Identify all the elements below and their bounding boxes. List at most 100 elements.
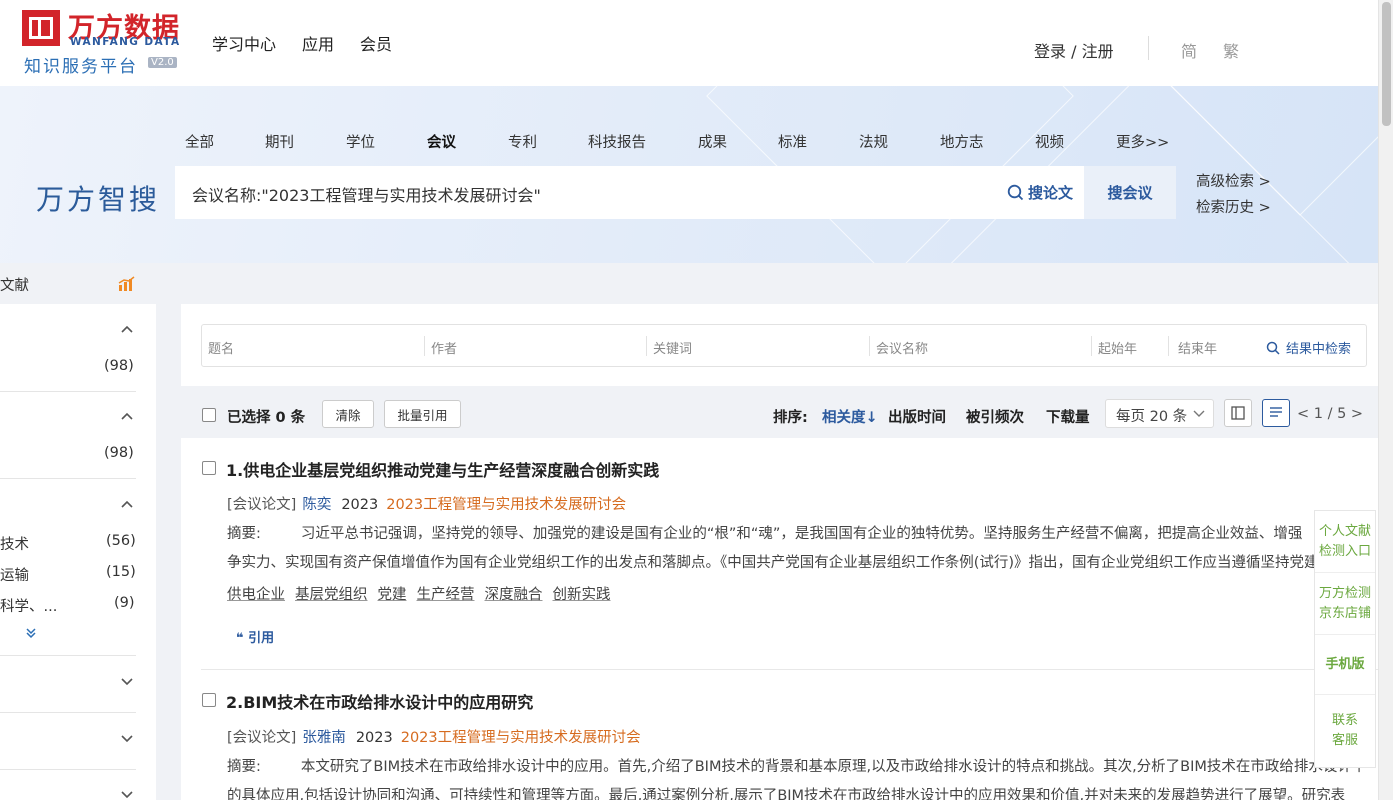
nav-learning-center[interactable]: 学习中心 [212,31,276,55]
per-page-select[interactable]: 每页 20 条 [1105,399,1214,428]
end-year-field[interactable]: 结束年 [1178,338,1217,357]
chevron-up-icon[interactable] [121,411,133,423]
personal-check-link[interactable]: 个人文献检测入口 [1315,511,1375,573]
search-conference-button[interactable]: 搜会议 [1084,166,1176,219]
group2-count: (98) [104,445,134,461]
result-abstract: 摘要: 本文研究了BIM技术在市政给排水设计中的应用。首先,介绍了BIM技术的背景… [227,753,1367,800]
lang-simplified[interactable]: 简 [1181,38,1197,62]
search-in-results-button[interactable]: 结果中检索 [1266,338,1351,357]
arrow-down-icon: ↓ [865,410,878,426]
keyword-link[interactable]: 深度融合 [485,587,543,603]
search-icon [1266,341,1280,355]
keyword-link[interactable]: 党建 [378,587,407,603]
search-history-link[interactable]: 检索历史 > [1196,196,1271,217]
start-year-field[interactable]: 起始年 [1098,338,1137,357]
search-paper-button[interactable]: 搜论文 [1007,182,1073,203]
result-author[interactable]: 陈奕 [302,497,331,513]
divider [0,478,136,479]
conference-name-field[interactable]: 会议名称 [876,338,928,357]
sort-downloads[interactable]: 下载量 [1046,406,1090,427]
sidebar-item-count: (15) [106,564,136,580]
clear-button[interactable]: 清除 [322,400,374,428]
category-local-chronicle[interactable]: 地方志 [940,131,984,152]
keyword-field[interactable]: 关键词 [653,338,692,357]
sort-publish-date[interactable]: 出版时间 [888,406,946,427]
mobile-version-link[interactable]: 手机版 [1315,635,1375,695]
category-tech-report[interactable]: 科技报告 [588,131,646,152]
chevron-up-icon[interactable] [121,324,133,336]
sidebar-title: 文献 [0,278,29,294]
chevron-down-icon[interactable] [121,732,133,744]
bar-chart-icon[interactable] [118,276,136,292]
result-checkbox[interactable] [202,461,216,475]
result-checkbox[interactable] [202,693,216,707]
lang-traditional[interactable]: 繁 [1223,38,1239,62]
select-all-checkbox[interactable] [202,408,216,422]
search-input[interactable]: 会议名称:"2023工程管理与实用技术发展研讨会" [192,182,541,206]
category-standard[interactable]: 标准 [778,131,807,152]
category-all[interactable]: 全部 [185,131,214,152]
wanfang-logo-icon[interactable] [22,10,60,46]
result-author[interactable]: 张雅南 [302,730,346,746]
search-in-results-label: 结果中检索 [1286,342,1352,357]
contact-service-link[interactable]: 联系客服 [1315,695,1375,767]
category-law[interactable]: 法规 [859,131,888,152]
double-chevron-down-icon[interactable] [25,627,37,639]
nav-apps[interactable]: 应用 [302,31,334,55]
logo-subtitle: 知识服务平台 [24,57,138,77]
category-more[interactable]: 更多>> [1116,131,1169,152]
result-title[interactable]: 2.BIM技术在市政给排水设计中的应用研究 [226,689,533,713]
chevron-down-icon[interactable] [121,675,133,687]
search-box: 会议名称:"2023工程管理与实用技术发展研讨会" 搜论文 搜会议 [175,166,1176,219]
result-conference[interactable]: 2023工程管理与实用技术发展研讨会 [386,497,626,513]
divider [646,336,647,356]
chevron-up-icon[interactable] [121,499,133,511]
category-video[interactable]: 视频 [1035,131,1064,152]
keyword-link[interactable]: 生产经营 [417,587,475,603]
result-keywords: 供电企业 基层党组织 党建 生产经营 深度融合 创新实践 [227,583,621,604]
category-achievement[interactable]: 成果 [698,131,727,152]
top-nav: 学习中心 应用 会员 [212,31,392,55]
jd-store-link[interactable]: 万方检测京东店铺 [1315,573,1375,635]
category-patent[interactable]: 专利 [508,131,537,152]
list-view-icon [1270,407,1282,417]
keyword-link[interactable]: 基层党组织 [295,587,368,603]
search-banner: 全部 期刊 学位 会议 专利 科技报告 成果 标准 法规 地方志 视频 更多>>… [0,86,1378,263]
chevron-down-icon[interactable] [121,788,133,800]
sort-relevance[interactable]: 相关度↓ [822,406,878,427]
result-meta: [会议论文] 张雅南 2023 2023工程管理与实用技术发展研讨会 [227,726,641,747]
batch-cite-button[interactable]: 批量引用 [384,400,461,428]
sidebar-item-label: 运输 [0,568,29,584]
logo-english-text: WANFANG DATA [70,36,181,48]
scrollbar-thumb[interactable] [1382,2,1391,126]
pagination[interactable]: < 1 / 5 > [1297,406,1363,422]
divider [1091,336,1092,356]
category-conference[interactable]: 会议 [427,131,456,152]
author-field[interactable]: 作者 [431,338,457,357]
cite-button[interactable]: ❝ 引用 [236,627,274,646]
brand-title: 万方智搜 [36,183,161,216]
divider [0,712,136,713]
divider [201,669,1378,670]
abstract-text-line2: 的具体应用,包括设计协同和沟通、可持续性和管理等方面。最后,通过案例分析,展示了… [227,788,1346,800]
login-register-link[interactable]: 登录 / 注册 [1034,38,1114,62]
grid-view-button[interactable] [1224,399,1252,427]
keyword-link[interactable]: 创新实践 [553,587,611,603]
divider [0,391,136,392]
category-journal[interactable]: 期刊 [265,131,294,152]
divider [0,769,136,770]
vertical-scrollbar[interactable] [1378,0,1393,800]
divider [1168,336,1169,356]
result-year: 2023 [341,497,379,513]
list-view-button[interactable] [1262,399,1290,427]
sort-cited[interactable]: 被引频次 [966,406,1024,427]
title-field[interactable]: 题名 [208,338,234,357]
divider [869,336,870,356]
result-conference[interactable]: 2023工程管理与实用技术发展研讨会 [401,730,641,746]
result-title[interactable]: 1.供电企业基层党组织推动党建与生产经营深度融合创新实践 [226,457,659,481]
nav-membership[interactable]: 会员 [360,31,392,55]
keyword-link[interactable]: 供电企业 [227,587,285,603]
advanced-search-link[interactable]: 高级检索 > [1196,170,1271,191]
cite-label: 引用 [248,631,275,646]
category-degree[interactable]: 学位 [346,131,375,152]
